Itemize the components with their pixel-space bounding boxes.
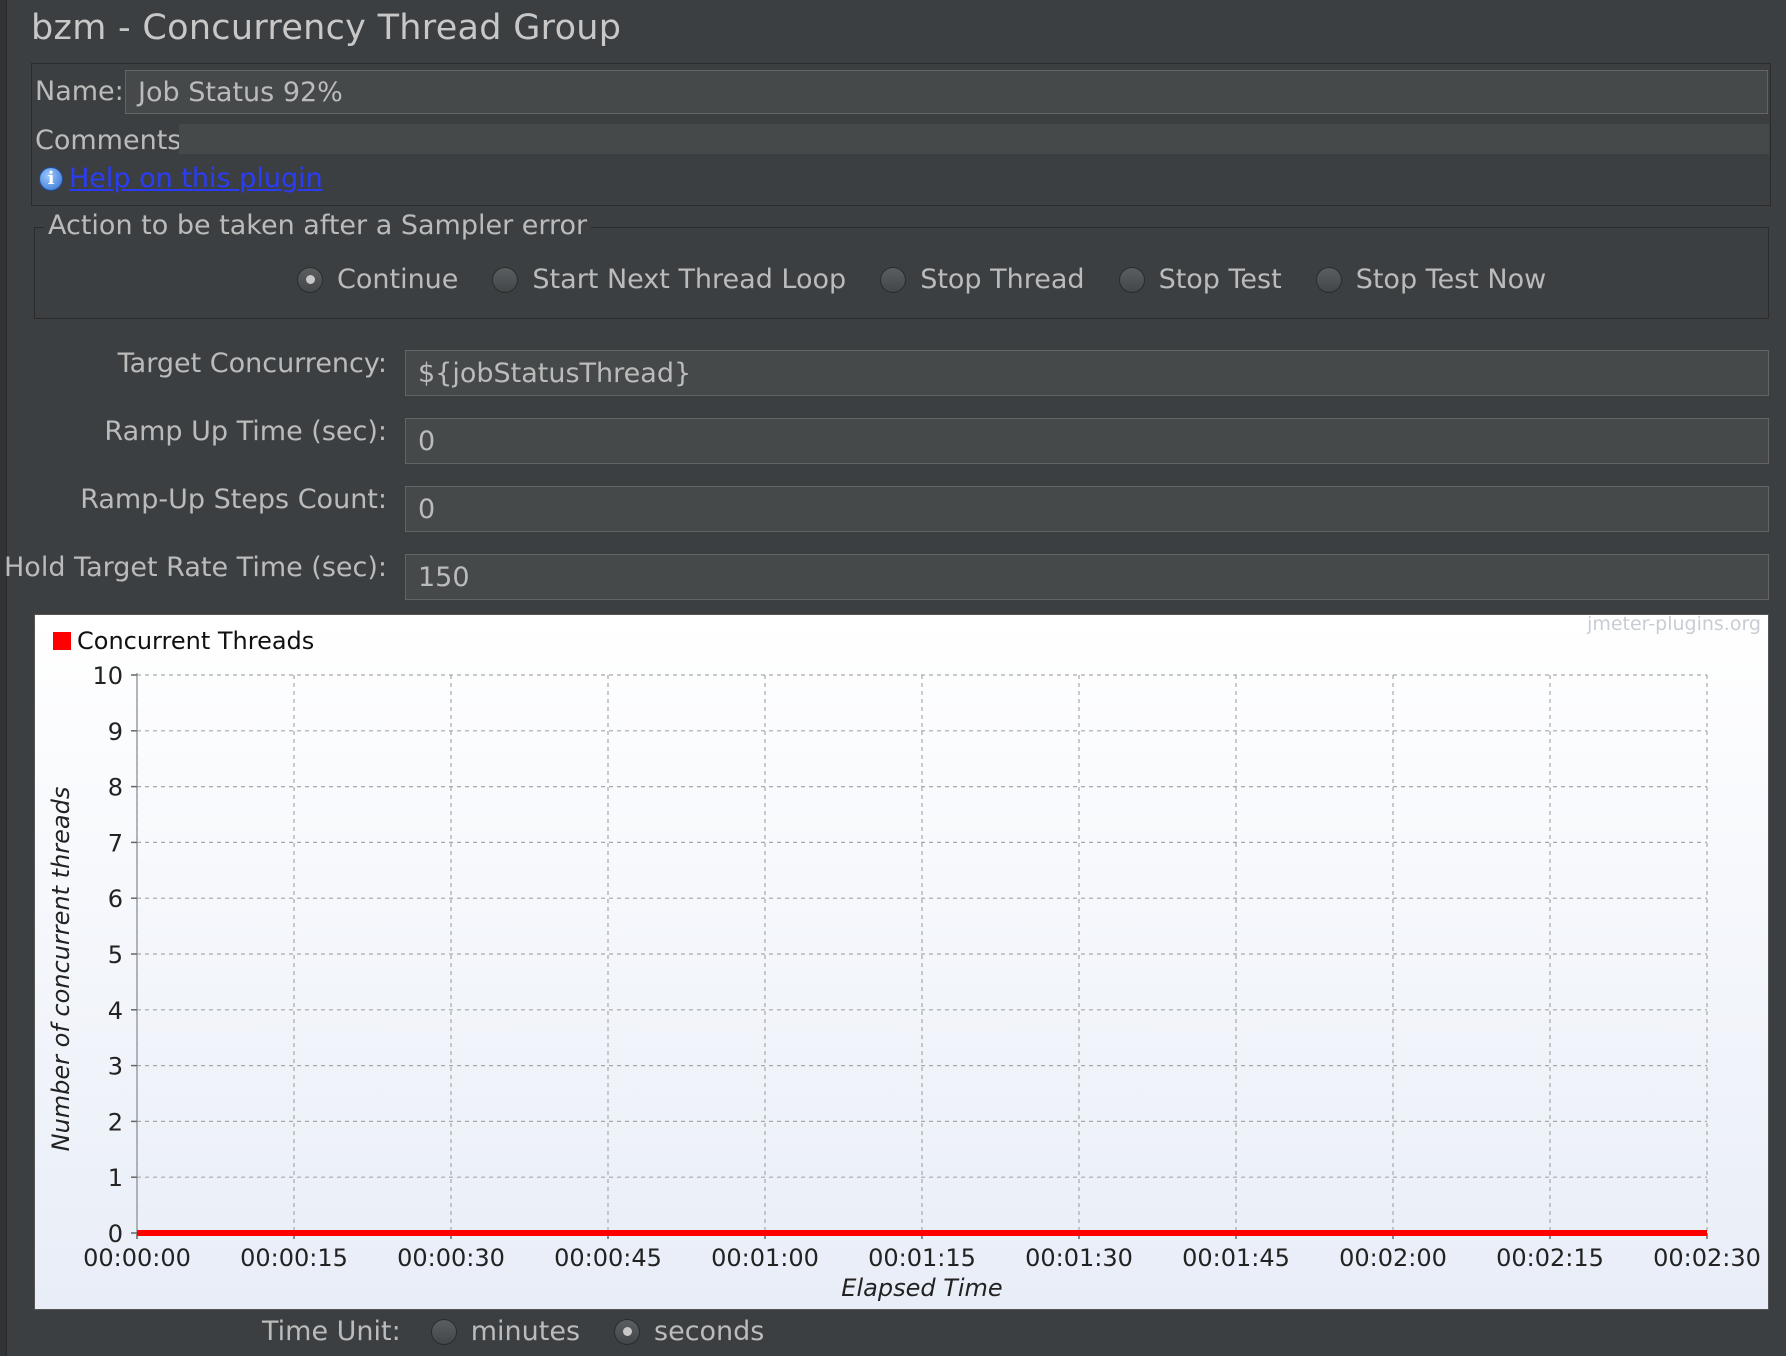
radio-label: Stop Test <box>1158 264 1282 295</box>
ramp-up-steps-field[interactable]: 0 <box>405 486 1769 532</box>
x-tick-label: 00:00:30 <box>397 1244 505 1272</box>
time-unit-radio-minutes[interactable]: minutes <box>430 1316 581 1347</box>
y-tick-label: 7 <box>108 829 123 857</box>
radio-label: seconds <box>654 1316 765 1347</box>
x-tick-label: 00:02:15 <box>1496 1244 1604 1272</box>
hold-time-value: 150 <box>418 561 470 593</box>
sampler-error-options: Continue Start Next Thread Loop Stop Threa… <box>297 264 1580 295</box>
radio-circle[interactable] <box>1118 266 1145 293</box>
time-unit-options: minutes seconds <box>430 1316 799 1347</box>
panel-title: bzm - Concurrency Thread Group <box>31 8 622 48</box>
x-axis-label: Elapsed Time <box>841 1274 1002 1302</box>
sampler-error-legend: Action to be taken after a Sampler error <box>44 210 592 241</box>
x-tick-label: 00:00:15 <box>240 1244 348 1272</box>
left-border <box>0 0 7 1356</box>
y-tick-label: 5 <box>108 941 123 969</box>
hold-time-field[interactable]: 150 <box>405 554 1769 600</box>
time-unit-row: Time Unit: minutes seconds <box>262 1316 798 1347</box>
y-tick-label: 2 <box>108 1108 123 1136</box>
ramp-up-time-label: Ramp Up Time (sec): <box>104 416 387 447</box>
target-concurrency-label: Target Concurrency: <box>117 348 387 379</box>
radio-label: Stop Test Now <box>1355 264 1547 295</box>
radio-label: minutes <box>470 1316 581 1347</box>
error-action-radio-stop-test[interactable]: Stop Test <box>1118 264 1282 295</box>
x-tick-label: 00:01:45 <box>1182 1244 1290 1272</box>
x-tick-label: 00:01:30 <box>1025 1244 1133 1272</box>
name-comments-panel: Name: Job Status 92% Comments: i Help on… <box>31 63 1771 206</box>
y-axis-label: Number of concurrent threads <box>47 787 75 1152</box>
chart-svg: 01234567891000:00:00 00:00:15 00:00:30 00:0… <box>47 615 1761 1302</box>
radio-label: Stop Thread <box>920 264 1085 295</box>
error-action-radio-start-next-thread-loop[interactable]: Start Next Thread Loop <box>492 264 846 295</box>
radio-circle[interactable] <box>430 1318 457 1345</box>
radio-circle[interactable] <box>297 266 323 293</box>
ramp-up-time-field[interactable]: 0 <box>405 418 1769 464</box>
name-label: Name: <box>35 76 124 107</box>
radio-circle[interactable] <box>880 266 907 293</box>
concurrency-chart: 0 1 2 3 4 5 6 7 8 9 10 00:00:00 00:00:15 00:00:30 00:0… <box>34 614 1769 1310</box>
y-tick-label: 8 <box>108 774 123 802</box>
x-tick-label: 00:00:45 <box>554 1244 662 1272</box>
y-tick-label: 9 <box>108 718 123 746</box>
target-concurrency-field[interactable]: ${jobStatusThread} <box>405 350 1769 396</box>
y-tick-label: 10 <box>92 662 123 690</box>
time-unit-label: Time Unit: <box>262 1316 401 1347</box>
comments-field[interactable] <box>179 124 1769 154</box>
x-tick-label: 00:01:00 <box>711 1244 819 1272</box>
name-field-value: Job Status 92% <box>138 76 343 108</box>
radio-selected-dot <box>305 275 315 284</box>
error-action-radio-stop-test-now[interactable]: Stop Test Now <box>1315 264 1547 295</box>
ramp-up-time-value: 0 <box>418 425 436 457</box>
comments-label: Comments: <box>35 125 191 156</box>
chart-watermark: jmeter-plugins.org <box>1586 615 1761 635</box>
radio-circle[interactable] <box>492 266 519 293</box>
y-tick-label: 6 <box>108 885 123 913</box>
error-action-radio-stop-thread[interactable]: Stop Thread <box>880 264 1085 295</box>
radio-circle[interactable] <box>614 1318 641 1345</box>
help-link[interactable]: Help on this plugin <box>69 163 323 194</box>
radio-circle[interactable] <box>1315 266 1342 293</box>
x-tick-label: 00:00:00 <box>83 1244 191 1272</box>
x-tick-label: 00:02:30 <box>1653 1244 1761 1272</box>
y-tick-label: 4 <box>108 997 123 1025</box>
radio-label: Start Next Thread Loop <box>532 264 847 295</box>
name-field[interactable]: Job Status 92% <box>125 70 1768 114</box>
legend-label: Concurrent Threads <box>77 627 314 655</box>
y-tick-label: 1 <box>108 1164 123 1192</box>
time-unit-radio-seconds[interactable]: seconds <box>614 1316 764 1347</box>
help-row: i Help on this plugin <box>39 163 323 194</box>
radio-selected-dot <box>622 1327 632 1336</box>
radio-label: Continue <box>337 264 459 295</box>
ramp-up-steps-label: Ramp-Up Steps Count: <box>80 484 387 515</box>
y-tick-label: 3 <box>108 1053 123 1081</box>
legend-swatch <box>53 632 71 650</box>
ramp-up-steps-value: 0 <box>418 493 436 525</box>
x-tick-label: 00:02:00 <box>1339 1244 1447 1272</box>
target-concurrency-value: ${jobStatusThread} <box>418 357 692 389</box>
error-action-radio-continue[interactable]: Continue <box>297 264 458 295</box>
hold-time-label: Hold Target Rate Time (sec): <box>4 552 387 583</box>
x-tick-label: 00:01:15 <box>868 1244 976 1272</box>
info-icon: i <box>39 166 63 191</box>
